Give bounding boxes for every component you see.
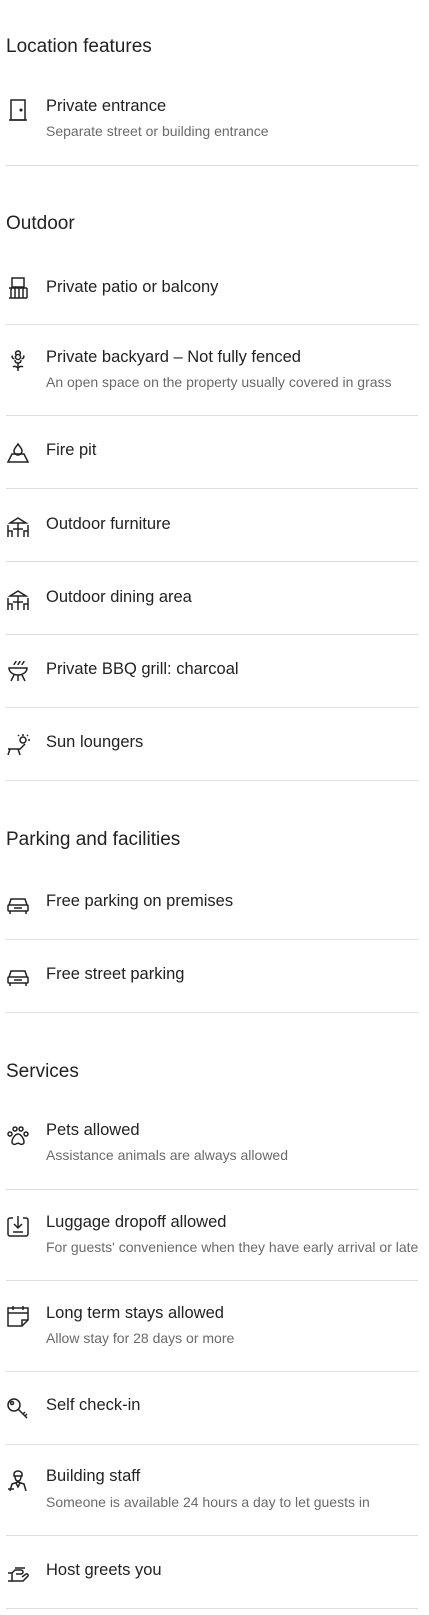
amenity-label: Building staff bbox=[46, 1467, 141, 1485]
dining-table-icon bbox=[6, 588, 30, 612]
amenity-item-sun-loungers: Sun loungers bbox=[6, 708, 429, 781]
amenity-item-self-check-in: Self check-in bbox=[6, 1372, 429, 1445]
amenity-item-street-parking: Free street parking bbox=[6, 940, 429, 1013]
amenity-item-luggage: Luggage dropoff allowed For guests' conv… bbox=[6, 1190, 429, 1281]
amenity-label: Sun loungers bbox=[46, 733, 144, 751]
hand-icon bbox=[6, 1561, 30, 1585]
amenity-label: Private BBQ grill: charcoal bbox=[46, 660, 239, 678]
amenity-item-pets: Pets allowed Assistance animals are alwa… bbox=[6, 1105, 429, 1190]
amenity-description: An open space on the property usually co… bbox=[46, 374, 392, 390]
amenity-description: Allow stay for 28 days or more bbox=[46, 1330, 235, 1346]
amenity-label: Private backyard – Not fully fenced bbox=[46, 348, 301, 366]
amenity-label: Long term stays allowed bbox=[46, 1304, 224, 1322]
section-title-outdoor: Outdoor bbox=[6, 213, 75, 234]
table-chairs-icon bbox=[6, 515, 30, 539]
amenity-item-building-staff: Building staff Someone is available 24 h… bbox=[6, 1445, 429, 1536]
amenity-label: Pets allowed bbox=[46, 1121, 140, 1139]
amenity-label: Fire pit bbox=[46, 441, 97, 459]
amenity-item-bbq: Private BBQ grill: charcoal bbox=[6, 635, 429, 708]
amenity-label: Outdoor dining area bbox=[46, 588, 192, 606]
amenity-label: Self check-in bbox=[46, 1396, 141, 1414]
flower-icon bbox=[6, 349, 30, 373]
amenity-label: Luggage dropoff allowed bbox=[46, 1213, 227, 1231]
amenity-description: For guests' convenience when they have e… bbox=[46, 1239, 419, 1255]
amenity-description: Separate street or building entrance bbox=[46, 123, 269, 139]
key-icon bbox=[6, 1396, 30, 1420]
amenity-description: Someone is available 24 hours a day to l… bbox=[46, 1494, 370, 1510]
sun-lounger-icon bbox=[6, 733, 30, 757]
amenity-item-backyard: Private backyard – Not fully fenced An o… bbox=[6, 325, 429, 416]
luggage-icon bbox=[6, 1214, 30, 1238]
car-icon bbox=[6, 965, 30, 989]
fire-pit-icon bbox=[6, 440, 30, 464]
amenity-label: Free street parking bbox=[46, 965, 185, 983]
staff-icon bbox=[6, 1469, 30, 1493]
amenity-item-outdoor-dining: Outdoor dining area bbox=[6, 562, 429, 635]
amenity-label: Host greets you bbox=[46, 1561, 162, 1579]
balcony-icon bbox=[6, 276, 30, 300]
amenity-item-patio: Private patio or balcony bbox=[6, 258, 429, 325]
car-icon bbox=[6, 893, 30, 917]
amenity-item-free-parking: Free parking on premises bbox=[6, 873, 429, 940]
amenity-label: Free parking on premises bbox=[46, 892, 234, 910]
door-icon bbox=[6, 98, 30, 122]
amenity-item-private-entrance: Private entrance Separate street or buil… bbox=[6, 80, 429, 166]
amenity-item-host-greets: Host greets you bbox=[6, 1536, 429, 1609]
section-title-parking: Parking and facilities bbox=[6, 829, 181, 850]
paw-icon bbox=[6, 1123, 30, 1147]
amenity-item-long-term: Long term stays allowed Allow stay for 2… bbox=[6, 1281, 429, 1372]
section-title-location: Location features bbox=[6, 36, 152, 57]
amenity-item-fire-pit: Fire pit bbox=[6, 416, 429, 489]
bbq-grill-icon bbox=[6, 659, 30, 683]
amenity-label: Private entrance bbox=[46, 97, 167, 115]
calendar-icon bbox=[6, 1304, 30, 1328]
amenity-item-outdoor-furniture: Outdoor furniture bbox=[6, 489, 429, 562]
amenity-label: Private patio or balcony bbox=[46, 278, 219, 296]
amenity-label: Outdoor furniture bbox=[46, 515, 171, 533]
section-title-services: Services bbox=[6, 1061, 79, 1082]
amenity-description: Assistance animals are always allowed bbox=[46, 1147, 288, 1163]
